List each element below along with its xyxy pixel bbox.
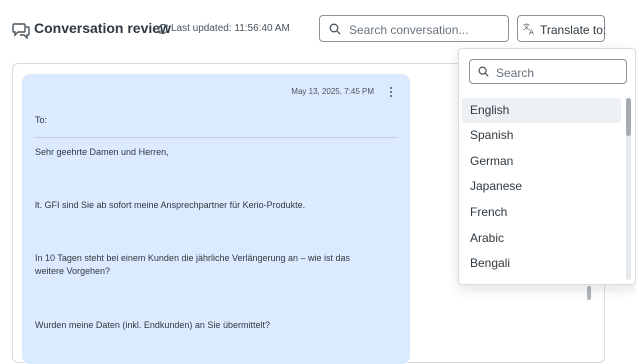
refresh-icon[interactable] <box>157 23 169 35</box>
message-bubble: May 13, 2025, 7:45 PM To: Sehr geehrte D… <box>22 74 410 364</box>
translate-icon: 文 A <box>523 22 534 36</box>
language-search-placeholder: Search <box>496 66 535 80</box>
search-placeholder: Search conversation... <box>349 23 469 37</box>
language-option-german[interactable]: German <box>462 149 621 174</box>
message-line: In 10 Tagen steht bei einem Kunden die j… <box>35 253 351 276</box>
language-option-bengali[interactable]: Bengali <box>462 251 621 276</box>
message-line: Wurden meine Daten (inkl. Endkunden) an … <box>35 320 270 330</box>
search-icon <box>329 23 341 35</box>
language-option-english[interactable]: English <box>462 98 621 123</box>
language-search-input[interactable]: Search <box>469 59 627 84</box>
language-option-french[interactable]: French <box>462 200 621 225</box>
conversation-icon <box>12 23 30 39</box>
panel-scrollbar[interactable] <box>587 286 591 300</box>
to-label: To: <box>35 115 48 125</box>
dropdown-scrollbar[interactable] <box>626 98 631 280</box>
message-line: lt. GFI sind Sie ab sofort meine Ansprec… <box>35 200 306 210</box>
language-dropdown: Search English Spanish German Japanese F… <box>458 48 636 285</box>
page-title: Conversation review <box>34 20 171 36</box>
dropdown-scroll-thumb[interactable] <box>626 98 631 136</box>
message-date: May 13, 2025, 7:45 PM <box>291 87 374 96</box>
svg-text:A: A <box>529 29 534 36</box>
translate-label: Translate to: <box>540 23 607 37</box>
language-option-spanish[interactable]: Spanish <box>462 123 621 148</box>
message-divider <box>35 137 397 138</box>
more-options-icon[interactable] <box>389 87 393 98</box>
translate-button[interactable]: 文 A Translate to: <box>517 15 607 42</box>
language-option-japanese[interactable]: Japanese <box>462 174 621 199</box>
language-option-arabic[interactable]: Arabic <box>462 226 621 251</box>
search-conversation-input[interactable]: Search conversation... <box>319 15 509 42</box>
search-icon <box>478 66 489 77</box>
message-line: Sehr geehrte Damen und Herren, <box>35 147 169 157</box>
last-updated-text: Last updated: 11:56:40 AM <box>171 23 290 34</box>
